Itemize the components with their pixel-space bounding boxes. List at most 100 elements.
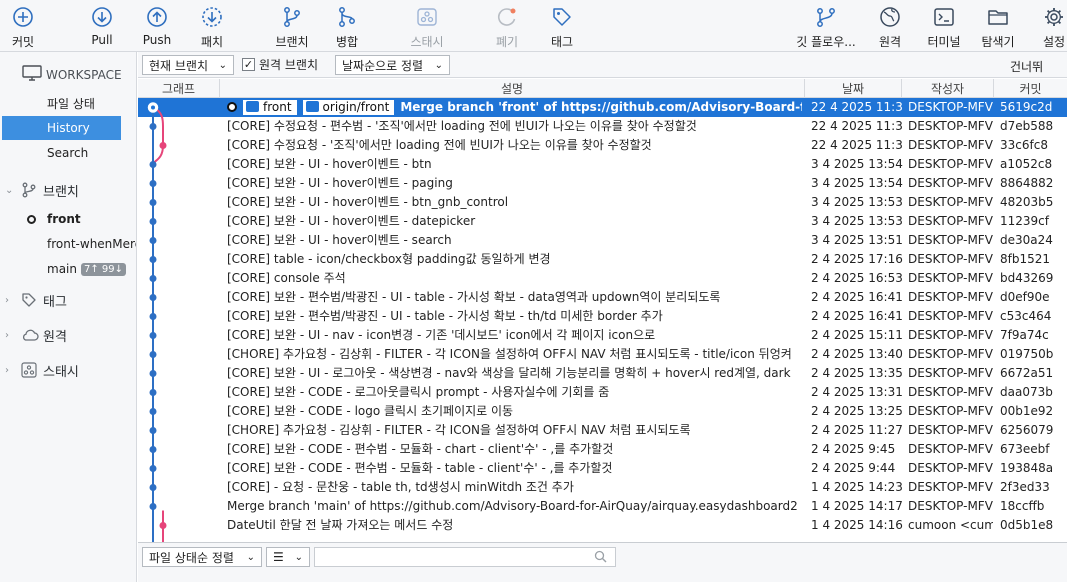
commit-date: 2 4 2025 17:16 bbox=[811, 252, 903, 266]
commit-row[interactable]: [CORE] 보완 - 편수범/박광진 - UI - table - 가시성 확… bbox=[138, 307, 1067, 326]
commit-row[interactable]: [CORE] console 주석 2 4 2025 16:53 DESKTOP-M… bbox=[138, 269, 1067, 288]
branch-filter-select[interactable]: 현재 브랜치 ⌄ bbox=[142, 55, 234, 75]
commit-row[interactable]: [CORE] 보완 - 편수범/박광진 - UI - table - 가시성 확… bbox=[138, 288, 1067, 307]
commit-description-cell: Merge branch 'main' of https://github.co… bbox=[227, 497, 802, 516]
sidebar-branch-front-whenmerge[interactable]: front-whenMerge bbox=[0, 232, 136, 256]
sidebar-item-history[interactable]: History bbox=[2, 116, 121, 140]
push-button[interactable]: Push bbox=[140, 2, 174, 50]
graph-commit-dot bbox=[149, 218, 157, 225]
graph-commit-dot bbox=[149, 427, 157, 434]
commit-description-cell: [CORE] 보완 - CODE - 로그아웃클릭시 prompt - 사용자실… bbox=[227, 383, 802, 402]
commit-row[interactable]: [CORE] - 요청 - 문찬웅 - table th, td생성시 minW… bbox=[138, 478, 1067, 497]
column-header-author[interactable]: 작성자 bbox=[902, 79, 994, 98]
column-header-commit[interactable]: 커밋 bbox=[994, 79, 1067, 98]
globe-icon bbox=[877, 4, 903, 30]
remote-branches-checkbox[interactable]: ✓ 원격 브랜치 bbox=[242, 56, 318, 73]
tags-label: 태그 bbox=[43, 294, 67, 310]
sidebar-section-stash[interactable]: › 스태시 bbox=[0, 358, 136, 382]
branch-filter-value: 현재 브랜치 bbox=[149, 58, 209, 73]
merge-button[interactable]: 병합 bbox=[330, 2, 364, 50]
branch-label[interactable]: front bbox=[243, 100, 297, 115]
commit-author: DESKTOP-MFV bbox=[908, 157, 993, 171]
commit-row[interactable]: Merge branch 'main' of https://github.co… bbox=[138, 497, 1067, 516]
commit-message: [CORE] 보완 - 편수범/박광진 - UI - table - 가시성 확… bbox=[227, 290, 721, 304]
commit-row[interactable]: [CHORE] 추가요청 - 김상휘 - FILTER - 각 ICON을 설정… bbox=[138, 421, 1067, 440]
chevron-right-icon: › bbox=[5, 364, 9, 376]
commit-hash: daa073b bbox=[1000, 385, 1053, 399]
commit-message: DateUtil 한달 전 날짜 가져오는 메서드 수정 bbox=[227, 518, 454, 532]
commit-author: cumoon <cum bbox=[908, 518, 993, 532]
commit-graph bbox=[147, 102, 167, 542]
commit-row[interactable]: [CORE] 보완 - CODE - 로그아웃클릭시 prompt - 사용자실… bbox=[138, 383, 1067, 402]
sidebar-section-remotes[interactable]: › 원격 bbox=[0, 323, 136, 347]
column-header-date[interactable]: 날짜 bbox=[805, 79, 902, 98]
commit-row[interactable]: [CORE] 보완 - UI - nav - icon변경 - 기존 '데시보드… bbox=[138, 326, 1067, 345]
commit-row[interactable]: [CORE] 보완 - UI - 로그아웃 - 색상변경 - nav와 색상을 … bbox=[138, 364, 1067, 383]
settings-button[interactable]: 설정 bbox=[1037, 2, 1067, 50]
commit-row[interactable]: [CORE] table - icon/checkbox형 padding값 동… bbox=[138, 250, 1067, 269]
commit-date: 2 4 2025 9:45 bbox=[811, 442, 896, 456]
chevron-down-icon: ⌄ bbox=[434, 59, 443, 71]
graph-commit-dot bbox=[149, 294, 157, 301]
commit-author: DESKTOP-MFV bbox=[908, 423, 993, 437]
file-search-input[interactable] bbox=[314, 547, 616, 567]
commit-row[interactable]: [CORE] 보완 - CODE - 편수범 - 모듈화 - chart - c… bbox=[138, 440, 1067, 459]
stash-button[interactable]: 스태시 bbox=[405, 2, 449, 50]
sidebar-section-branches[interactable]: ⌄ 브랜치 bbox=[0, 178, 136, 202]
commit-row[interactable]: [CORE] 수정요청 - 편수범 - '조직'에서만 loading 전에 빈… bbox=[138, 117, 1067, 136]
commit-row[interactable]: [CHORE] 추가요청 - 김상휘 - FILTER - 각 ICON을 설정… bbox=[138, 345, 1067, 364]
commit-description-cell: [CORE] 보완 - 편수범/박광진 - UI - table - 가시성 확… bbox=[227, 307, 802, 326]
tag-button[interactable]: 태그 bbox=[545, 2, 579, 50]
graph-commit-dot bbox=[149, 256, 157, 263]
pull-button[interactable]: Pull bbox=[85, 2, 119, 50]
git-flow-button[interactable]: 깃 플로우... bbox=[792, 2, 860, 50]
commit-row[interactable]: [CORE] 보완 - UI - hover이벤트 - btn_gnb_cont… bbox=[138, 193, 1067, 212]
commit-author: DESKTOP-MFV bbox=[908, 499, 993, 513]
column-header-description[interactable]: 설명 bbox=[220, 79, 805, 98]
commit-date: 3 4 2025 13:54 bbox=[811, 176, 903, 190]
commit-hash: 0d5b1e8 bbox=[1000, 518, 1054, 532]
column-header-graph[interactable]: 그래프 bbox=[138, 79, 220, 98]
sort-order-select[interactable]: 날짜순으로 정렬 ⌄ bbox=[335, 55, 450, 75]
commit-row[interactable]: [CORE] 보완 - CODE - logo 클릭시 초기페이지로 이동 2 4… bbox=[138, 402, 1067, 421]
view-mode-select[interactable]: ☰ ⌄ bbox=[266, 547, 310, 567]
sidebar-item-file-status[interactable]: 파일 상태 bbox=[0, 91, 136, 115]
commit-row[interactable]: [CORE] 보완 - UI - hover이벤트 - paging 3 4 20… bbox=[138, 174, 1067, 193]
file-sort-select[interactable]: 파일 상태순 정렬 ⌄ bbox=[142, 547, 262, 567]
commit-row[interactable]: [CORE] 보완 - CODE - 편수범 - 모듈화 - table - c… bbox=[138, 459, 1067, 478]
sidebar-section-tags[interactable]: › 태그 bbox=[0, 288, 136, 312]
tag-button-label: 태그 bbox=[550, 35, 574, 49]
tag-icon bbox=[21, 292, 39, 308]
commit-author: DESKTOP-MFV bbox=[908, 480, 993, 494]
commit-row[interactable]: [CORE] 보완 - UI - hover이벤트 - search 3 4 20… bbox=[138, 231, 1067, 250]
commit-message: [CORE] 보완 - UI - hover이벤트 - datepicker bbox=[227, 214, 476, 228]
commit-button[interactable]: 커밋 bbox=[6, 2, 40, 50]
commit-row[interactable]: DateUtil 한달 전 날짜 가져오는 메서드 수정 1 4 2025 14:… bbox=[138, 516, 1067, 535]
commit-date: 3 4 2025 13:54 bbox=[811, 157, 903, 171]
arrow-down-circle-icon bbox=[89, 4, 115, 30]
sidebar-branch-front[interactable]: front bbox=[0, 207, 136, 231]
terminal-button[interactable]: 터미널 bbox=[922, 2, 966, 50]
remote-button[interactable]: 원격 bbox=[873, 2, 907, 50]
commit-description-cell: [CORE] 보완 - CODE - 편수범 - 모듈화 - chart - c… bbox=[227, 440, 802, 459]
sidebar-branch-main[interactable]: main 7↑ 99↓ bbox=[0, 257, 136, 281]
branch-label[interactable]: origin/front bbox=[302, 100, 395, 115]
sidebar: WORKSPACE 파일 상태 History Search ⌄ 브랜치 fro… bbox=[0, 52, 137, 582]
commit-row[interactable]: front origin/front Merge branch 'front' of… bbox=[138, 98, 1067, 117]
commit-row[interactable]: [CORE] 보완 - UI - hover이벤트 - btn 3 4 2025 … bbox=[138, 155, 1067, 174]
graph-commit-dot bbox=[149, 180, 157, 187]
sidebar-item-search[interactable]: Search bbox=[0, 141, 136, 165]
branches-label: 브랜치 bbox=[43, 184, 79, 200]
discard-button[interactable]: 폐기 bbox=[490, 2, 524, 50]
explorer-button[interactable]: 탐색기 bbox=[976, 2, 1020, 50]
branch-button[interactable]: 브랜치 bbox=[273, 2, 311, 50]
graph-lane-branch bbox=[152, 106, 164, 165]
commit-row[interactable]: [CORE] 보완 - UI - hover이벤트 - datepicker 3 … bbox=[138, 212, 1067, 231]
commit-description-cell: [CORE] - 요청 - 문찬웅 - table th, td생성시 minW… bbox=[227, 478, 802, 497]
fetch-button[interactable]: 패치 bbox=[195, 2, 229, 50]
merge-button-label: 병합 bbox=[335, 35, 359, 49]
graph-commit-dot bbox=[149, 370, 157, 377]
terminal-button-label: 터미널 bbox=[927, 35, 961, 49]
commit-hash: 193848a bbox=[1000, 461, 1054, 475]
commit-row[interactable]: [CORE] 수정요청 - '조직'에서만 loading 전에 빈UI가 나오… bbox=[138, 136, 1067, 155]
